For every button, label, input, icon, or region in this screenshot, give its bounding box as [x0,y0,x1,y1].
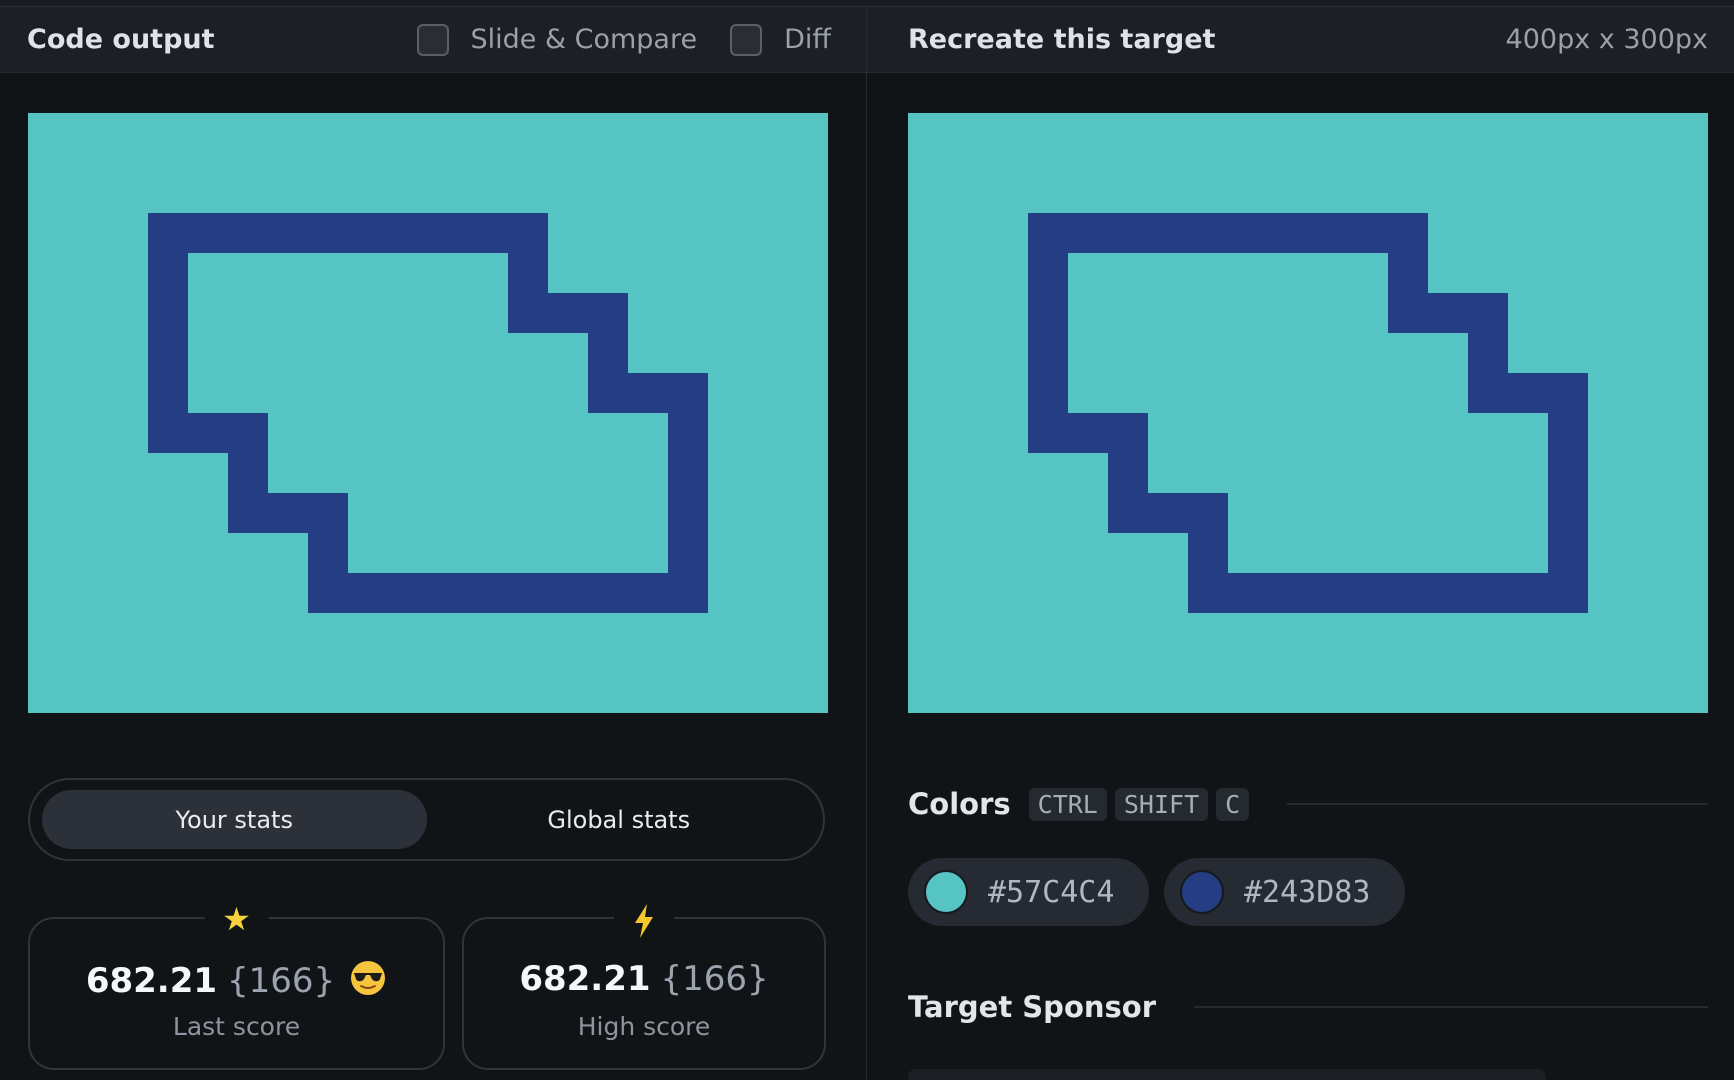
shortcut-key-c: C [1216,787,1250,821]
color-swatch-dot [924,870,968,914]
target-pane: Recreate this target 400px x 300px Color… [867,7,1734,1080]
tab-your-stats[interactable]: Your stats [42,790,427,849]
slide-compare-checkbox[interactable] [416,23,449,56]
sponsor-title: Target Sponsor [908,990,1157,1024]
high-score-card: 682.21 {166} High score [462,897,826,1070]
target-canvas [908,113,1708,713]
high-score-count: {166} [660,959,769,999]
colors-divider [1287,803,1708,805]
last-score-label: Last score [172,1012,301,1041]
target-dimensions: 400px x 300px [1505,24,1708,55]
diff-checkbox[interactable] [730,23,763,56]
code-output-title: Code output [27,24,215,55]
tab-global-stats[interactable]: Global stats [427,790,812,849]
shortcut-key-shift: SHIFT [1114,787,1209,821]
high-score-value: 682.21 [519,959,651,999]
diff-label[interactable]: Diff [784,24,831,55]
stats-toggle: Your stats Global stats [28,778,825,861]
last-score-count: {166} [227,961,336,1001]
code-output-canvas [28,113,828,713]
lightning-icon [614,897,674,941]
last-score-value: 682.21 [85,961,218,1001]
sponsor-divider [1194,1006,1708,1008]
shortcut-key-ctrl: CTRL [1028,787,1107,821]
colors-section-header: Colors CTRL SHIFT C [908,787,1708,821]
color-swatch-2[interactable]: #243D83 [1164,858,1405,926]
sunglasses-emoji-icon [349,959,387,1006]
target-title: Recreate this target [908,24,1216,55]
color-swatch-1[interactable]: #57C4C4 [908,858,1149,926]
code-output-pane: Code output Slide & Compare Diff Your st… [0,7,866,1080]
last-score-card: ★ 682.21 {166} Last score [28,897,445,1070]
high-score-label: High score [577,1012,711,1041]
color-swatch-dot [1180,870,1224,914]
sponsor-section-header: Target Sponsor [908,990,1708,1024]
target-header: Recreate this target 400px x 300px [867,7,1734,73]
slide-compare-label[interactable]: Slide & Compare [471,24,698,55]
top-border [0,0,1734,7]
code-output-header: Code output Slide & Compare Diff [0,7,866,73]
star-icon: ★ [204,897,269,941]
sponsor-card[interactable] [908,1069,1546,1080]
color-swatch-hex: #57C4C4 [988,874,1115,910]
colors-title: Colors [908,787,1011,821]
color-swatch-hex: #243D83 [1244,874,1371,910]
